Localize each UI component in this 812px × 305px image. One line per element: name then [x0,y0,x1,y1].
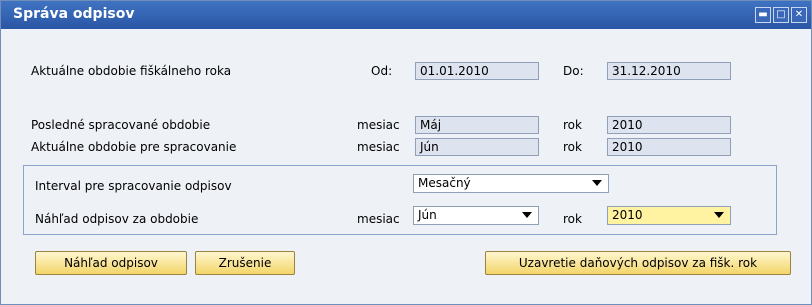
current-processing-month-label: mesiac [357,140,400,154]
interval-dropdown[interactable]: Mesačný [413,174,609,193]
preview-month-label: mesiac [357,212,400,226]
preview-year-selected: 2010 [612,208,643,222]
fiscal-from-field: 01.01.2010 [415,62,539,80]
last-processed-year-label: rok [563,118,582,132]
close-icon[interactable]: ✕ [791,7,807,23]
chevron-down-icon [592,180,602,186]
preview-year-dropdown[interactable]: 2010 [607,206,731,225]
preview-month-selected: Jún [418,208,437,222]
last-processed-month-field: Máj [415,116,539,134]
preview-month-dropdown[interactable]: Jún [413,206,539,225]
last-processed-month-label: mesiac [357,118,400,132]
preview-year-label: rok [563,212,582,226]
interval-label: Interval pre spracovanie odpisov [35,179,232,193]
last-processed-year-field: 2010 [607,116,731,134]
fiscal-period-label: Aktuálne obdobie fiškálneho roka [31,64,232,78]
preview-depreciation-button[interactable]: Náhľad odpisov [35,251,187,275]
cancel-button[interactable]: Zrušenie [195,251,295,275]
to-label: Do: [563,64,584,78]
depreciation-window: Správa odpisov ▬ □ ✕ Aktuálne obdobie fi… [0,0,812,305]
maximize-icon[interactable]: □ [773,7,789,23]
current-processing-month-field: Jún [415,138,539,156]
preview-period-label: Náhľad odpisov za obdobie [35,212,199,226]
chevron-down-icon [714,212,724,218]
from-label: Od: [371,64,393,78]
chevron-down-icon [522,212,532,218]
close-tax-depreciation-button[interactable]: Uzavretie daňových odpisov za fišk. rok [485,251,791,275]
current-processing-year-field: 2010 [607,138,731,156]
fiscal-to-field: 31.12.2010 [607,62,731,80]
window-title: Správa odpisov [13,6,135,22]
minimize-icon[interactable]: ▬ [755,7,771,23]
last-processed-label: Posledné spracované obdobie [31,118,211,132]
current-processing-year-label: rok [563,140,582,154]
interval-selected: Mesačný [418,176,471,190]
current-processing-label: Aktuálne obdobie pre spracovanie [31,140,237,154]
title-bar[interactable]: Správa odpisov ▬ □ ✕ [1,1,811,29]
